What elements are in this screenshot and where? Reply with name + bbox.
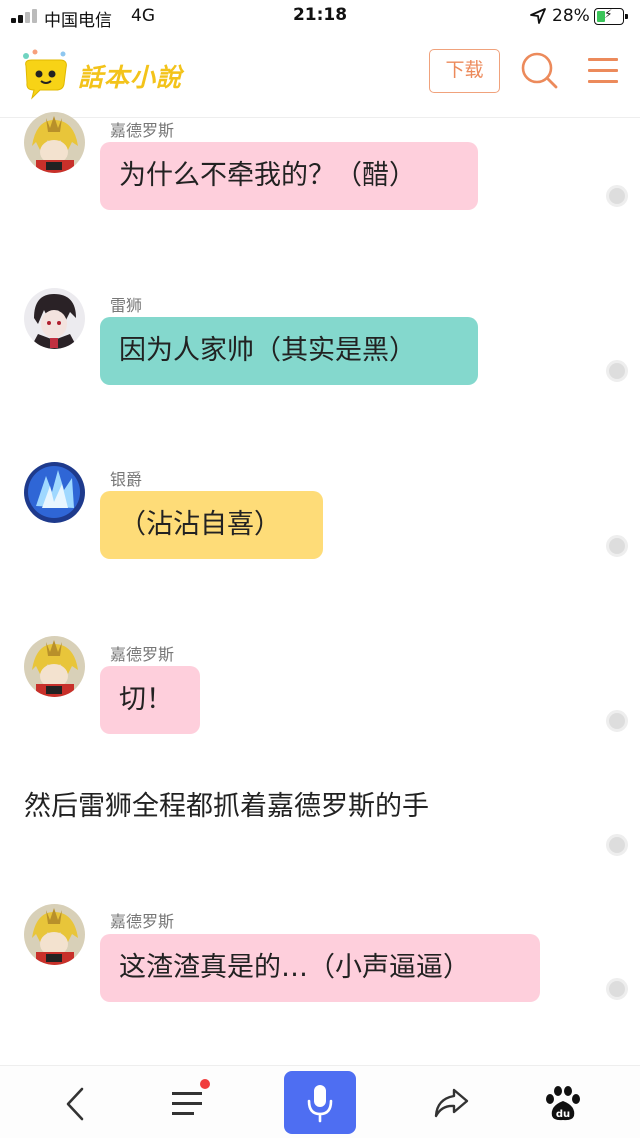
app-header: 話本小說 下载 (0, 34, 640, 118)
avatar-gaderous-image (24, 636, 85, 697)
avatar-yinjue-image (24, 462, 85, 523)
notification-badge (200, 1079, 210, 1089)
comment-dot-icon[interactable] (606, 834, 628, 856)
comment-dot-icon[interactable] (606, 535, 628, 557)
speaker-name: 嘉德罗斯 (110, 121, 175, 140)
baidu-paw-icon[interactable]: du (544, 1084, 582, 1122)
battery-percent: 28% (552, 6, 590, 26)
battery-charging-icon: ⚡ (594, 7, 628, 25)
comment-dot-icon[interactable] (606, 978, 628, 1000)
speaker-name: 嘉德罗斯 (110, 645, 175, 664)
voice-read-button[interactable] (284, 1071, 356, 1134)
comment-dot-icon[interactable] (606, 360, 628, 382)
message-bubble[interactable]: 为什么不牵我的？（醋） (100, 142, 478, 210)
menu-icon[interactable] (588, 58, 620, 84)
chapter-list-icon[interactable] (172, 1079, 210, 1118)
message-bubble[interactable]: （沾沾自喜） (100, 491, 323, 559)
avatar-gaderous-image (24, 904, 85, 965)
avatar-leishi-image (24, 288, 85, 349)
message-bubble[interactable]: 因为人家帅（其实是黑） (100, 317, 478, 385)
speaker-name: 银爵 (110, 470, 143, 489)
download-button[interactable]: 下载 (429, 49, 500, 93)
svg-text:du: du (556, 1109, 570, 1120)
avatar-gaderous[interactable] (24, 904, 85, 965)
back-icon[interactable] (62, 1086, 90, 1122)
avatar-gaderous[interactable] (24, 636, 85, 697)
status-bar: 中国电信 4G 21:18 28% ⚡ (0, 0, 640, 34)
search-icon[interactable] (519, 50, 559, 90)
location-arrow-icon (530, 8, 546, 24)
message-bubble[interactable]: 这渣渣真是的…（小声逼逼） (100, 934, 540, 1002)
comment-dot-icon[interactable] (606, 710, 628, 732)
logo-text: 話本小說 (78, 63, 183, 92)
share-icon[interactable] (432, 1086, 470, 1120)
avatar-gaderous-image (24, 112, 85, 173)
avatar-gaderous[interactable] (24, 112, 85, 173)
logo-icon (23, 49, 67, 100)
message-bubble[interactable]: 切！ (100, 666, 200, 734)
speaker-name: 嘉德罗斯 (110, 912, 175, 931)
bottom-toolbar: du (0, 1065, 640, 1138)
avatar-yinjue[interactable] (24, 462, 85, 523)
microphone-icon (307, 1085, 333, 1123)
narration-text[interactable]: 然后雷狮全程都抓着嘉德罗斯的手 (24, 784, 429, 823)
app-logo[interactable]: 話本小說 (18, 48, 198, 104)
speaker-name: 雷狮 (110, 296, 143, 315)
comment-dot-icon[interactable] (606, 185, 628, 207)
avatar-leishi[interactable] (24, 288, 85, 349)
